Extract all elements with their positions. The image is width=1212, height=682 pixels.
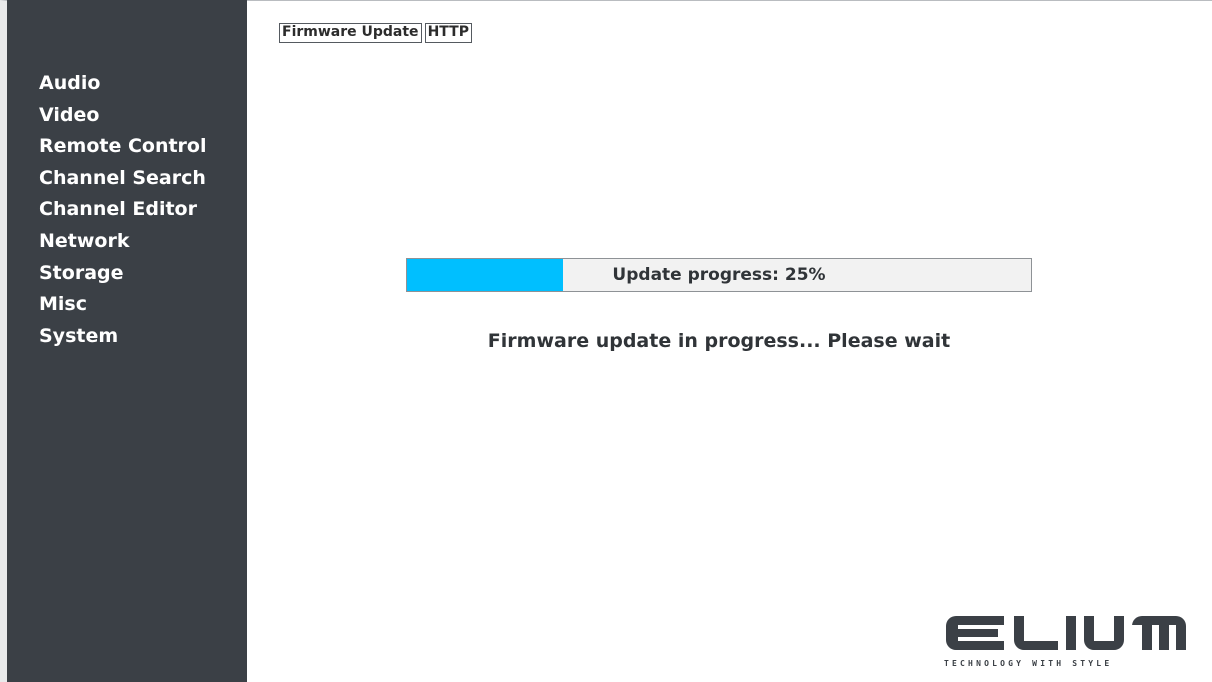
sidebar: Audio Video Remote Control Channel Searc…	[7, 0, 247, 682]
breadcrumb-firmware-update[interactable]: Firmware Update	[279, 23, 422, 43]
logo-tagline: TECHNOLOGY WITH STYLE	[944, 659, 1113, 668]
elium-wordmark-icon	[946, 616, 1186, 650]
breadcrumb-http[interactable]: HTTP	[424, 23, 472, 43]
elium-logo: TECHNOLOGY WITH STYLE	[944, 612, 1188, 672]
status-message: Firmware update in progress... Please wa…	[487, 330, 951, 352]
progress-label: Update progress: 25%	[612, 265, 826, 285]
sidebar-item-storage[interactable]: Storage	[39, 258, 207, 290]
sidebar-item-system[interactable]: System	[39, 321, 207, 353]
sidebar-item-audio[interactable]: Audio	[39, 68, 207, 100]
sidebar-menu: Audio Video Remote Control Channel Searc…	[39, 68, 207, 352]
sidebar-item-network[interactable]: Network	[39, 226, 207, 258]
sidebar-item-channel-editor[interactable]: Channel Editor	[39, 194, 207, 226]
sidebar-item-video[interactable]: Video	[39, 100, 207, 132]
sidebar-item-remote-control[interactable]: Remote Control	[39, 131, 207, 163]
sidebar-item-misc[interactable]: Misc	[39, 289, 207, 321]
sidebar-item-channel-search[interactable]: Channel Search	[39, 163, 207, 195]
update-progress-bar: Update progress: 25%	[406, 258, 1032, 292]
breadcrumb: Firmware Update HTTP	[279, 23, 472, 43]
